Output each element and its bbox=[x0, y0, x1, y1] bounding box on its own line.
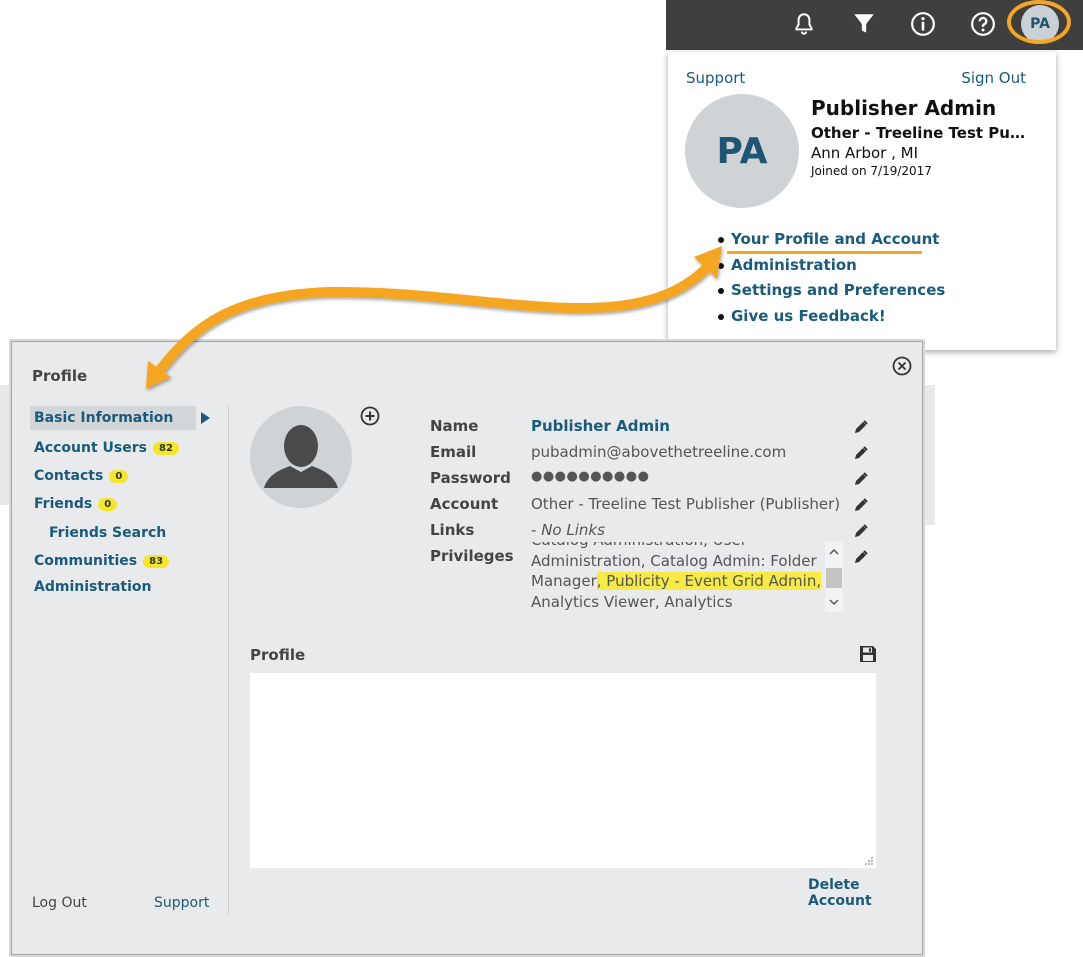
privileges-line: Manager, Publicity - Event Grid Admin, bbox=[531, 571, 823, 592]
email-value: pubadmin@abovethetreeline.com bbox=[531, 443, 787, 461]
edit-email-pencil-icon[interactable] bbox=[854, 446, 868, 460]
sidebar-divider bbox=[228, 406, 229, 914]
user-organization: Other - Treeline Test Pub... bbox=[811, 124, 1031, 142]
links-label: Links bbox=[430, 521, 475, 539]
nav-contacts[interactable]: Contacts 0 bbox=[34, 468, 129, 484]
nav-basic-information[interactable]: Basic Information bbox=[34, 410, 173, 426]
log-out-link[interactable]: Log Out bbox=[32, 895, 87, 911]
user-location: Ann Arbor , MI bbox=[811, 144, 919, 162]
account-label: Account bbox=[430, 495, 499, 513]
nav-label: Basic Information bbox=[34, 410, 174, 426]
links-text: No Links bbox=[541, 521, 605, 539]
privileges-highlight: , Publicity - Event Grid Admin, bbox=[596, 572, 822, 590]
highlight-underline bbox=[727, 251, 922, 254]
privileges-line: Administration, Catalog Admin: Folder bbox=[531, 551, 817, 570]
background-page-fragment bbox=[0, 385, 11, 505]
nav-friends[interactable]: Friends 0 bbox=[34, 496, 118, 512]
menu-item-settings[interactable]: Settings and Preferences bbox=[718, 278, 945, 304]
edit-password-pencil-icon[interactable] bbox=[854, 472, 868, 486]
close-icon[interactable] bbox=[892, 356, 912, 376]
privileges-line: Catalog Administration, User bbox=[531, 542, 823, 551]
nav-communities[interactable]: Communities 83 bbox=[34, 553, 170, 569]
count-badge: 82 bbox=[152, 441, 179, 455]
support-link[interactable]: Support bbox=[154, 895, 209, 911]
save-icon[interactable] bbox=[858, 644, 878, 664]
name-value: Publisher Admin bbox=[531, 417, 670, 435]
avatar: PA bbox=[685, 94, 799, 208]
help-icon[interactable] bbox=[967, 8, 999, 40]
dropdown-menu: Your Profile and Account Administration … bbox=[718, 227, 945, 330]
account-dropdown: Support Sign Out PA Publisher Admin Othe… bbox=[668, 52, 1056, 350]
password-label: Password bbox=[430, 469, 511, 487]
menu-item-profile-and-account[interactable]: Your Profile and Account bbox=[718, 227, 945, 253]
profile-photo bbox=[250, 406, 352, 508]
sign-out-link[interactable]: Sign Out bbox=[961, 69, 1026, 87]
email-label: Email bbox=[430, 443, 477, 461]
profile-textarea[interactable] bbox=[250, 673, 876, 868]
add-photo-icon[interactable] bbox=[360, 406, 380, 426]
nav-active-arrow-icon bbox=[201, 412, 210, 424]
profile-dialog: Profile Basic Information Account Users 8… bbox=[11, 341, 923, 955]
nav-label: Contacts bbox=[34, 468, 104, 484]
name-label: Name bbox=[430, 417, 479, 435]
nav-account-users[interactable]: Account Users 82 bbox=[34, 440, 179, 456]
nav-label: Friends bbox=[34, 496, 93, 512]
edit-privileges-pencil-icon[interactable] bbox=[854, 550, 868, 564]
links-prefix: - bbox=[531, 521, 542, 539]
links-value: - No Links bbox=[531, 521, 605, 539]
bell-icon[interactable] bbox=[788, 8, 820, 40]
privileges-label: Privileges bbox=[430, 547, 514, 565]
scrollbar-thumb[interactable] bbox=[826, 568, 842, 588]
user-joined-date: Joined on 7/19/2017 bbox=[811, 164, 932, 178]
nav-label: Administration bbox=[34, 579, 152, 595]
resize-grip-icon[interactable] bbox=[864, 856, 874, 866]
count-badge: 83 bbox=[143, 554, 170, 568]
password-value: ●●●●●●●●●● bbox=[531, 469, 650, 484]
edit-name-pencil-icon[interactable] bbox=[854, 420, 868, 434]
dialog-title: Profile bbox=[32, 367, 88, 385]
background-page-fragment bbox=[921, 385, 935, 525]
nav-label: Account Users bbox=[34, 440, 147, 456]
support-link[interactable]: Support bbox=[686, 69, 745, 87]
nav-friends-search[interactable]: Friends Search bbox=[49, 525, 166, 541]
count-badge: 0 bbox=[98, 497, 118, 511]
privileges-list[interactable]: Catalog Administration, User Administrat… bbox=[531, 542, 823, 612]
profile-section-label: Profile bbox=[250, 646, 306, 664]
edit-links-pencil-icon[interactable] bbox=[854, 524, 868, 538]
privileges-text: Manager bbox=[531, 572, 597, 590]
nav-administration[interactable]: Administration bbox=[34, 579, 151, 595]
count-badge: 0 bbox=[109, 469, 129, 483]
account-value: Other - Treeline Test Publisher (Publish… bbox=[531, 495, 841, 513]
menu-item-feedback[interactable]: Give us Feedback! bbox=[718, 304, 945, 330]
nav-label: Friends Search bbox=[49, 525, 167, 541]
filter-icon[interactable] bbox=[848, 8, 880, 40]
info-icon[interactable] bbox=[907, 8, 939, 40]
menu-item-administration[interactable]: Administration bbox=[718, 253, 945, 279]
privileges-line: Analytics Viewer, Analytics Administrato… bbox=[531, 592, 733, 611]
nav-label: Communities bbox=[34, 553, 138, 569]
person-silhouette-icon bbox=[264, 425, 338, 488]
edit-account-pencil-icon[interactable] bbox=[854, 498, 868, 512]
highlight-ring bbox=[1007, 0, 1071, 44]
delete-account-link[interactable]: Delete Account bbox=[808, 877, 922, 909]
user-name: Publisher Admin bbox=[811, 96, 997, 120]
